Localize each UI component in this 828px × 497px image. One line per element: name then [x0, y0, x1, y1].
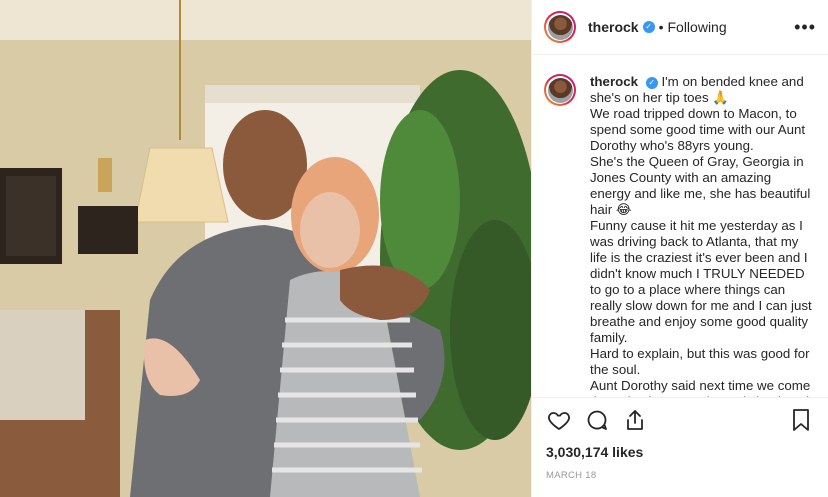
wall-picture-left-inner: [6, 176, 56, 256]
likes-count[interactable]: 3,030,174 likes: [546, 444, 814, 460]
more-options-icon[interactable]: •••: [794, 17, 816, 38]
post-photo[interactable]: [0, 0, 531, 497]
caption-body: I'm on bended knee and she's on her tip …: [590, 74, 813, 397]
comment-icon[interactable]: [584, 407, 610, 433]
action-bar: 3,030,174 likes MARCH 18: [532, 397, 828, 497]
plant-leaves-front: [380, 110, 460, 290]
share-icon[interactable]: [622, 407, 648, 433]
avatar-image: [547, 14, 573, 40]
action-icons: [546, 398, 814, 442]
sweater-stripes: [272, 317, 422, 473]
chair-blanket: [0, 310, 85, 420]
ceiling: [0, 0, 531, 40]
caption-verified-badge-icon: ✓: [645, 77, 658, 89]
lamp-shade: [134, 147, 229, 223]
avatar[interactable]: [544, 11, 576, 43]
curtain-valance: [205, 85, 420, 103]
heart-icon[interactable]: [546, 407, 572, 433]
wall-sconce: [98, 158, 112, 192]
caption-text: therock ✓ I'm on bended knee and she's o…: [590, 74, 814, 397]
photo-illustration: [0, 0, 531, 497]
post-sidebar: therock ✓ • Following ••• therock ✓ I'm …: [531, 0, 828, 497]
verified-badge-icon: ✓: [642, 21, 655, 33]
caption-section: therock ✓ I'm on bended knee and she's o…: [532, 56, 828, 397]
caption-username-link[interactable]: therock: [590, 74, 638, 89]
username-link[interactable]: therock: [588, 19, 639, 35]
caption-avatar-image: [547, 77, 573, 103]
post-header: therock ✓ • Following •••: [532, 0, 828, 55]
woman-face: [300, 192, 360, 268]
separator-dot: •: [658, 19, 664, 35]
avatar-ring: [546, 13, 574, 41]
bookmark-icon[interactable]: [788, 407, 814, 433]
instagram-post: therock ✓ • Following ••• therock ✓ I'm …: [0, 0, 828, 497]
post-date[interactable]: MARCH 18: [546, 470, 814, 481]
caption-avatar[interactable]: [544, 74, 576, 106]
following-button[interactable]: Following: [667, 19, 726, 35]
wall-picture-center: [78, 206, 138, 254]
caption-avatar-ring: [546, 76, 574, 104]
